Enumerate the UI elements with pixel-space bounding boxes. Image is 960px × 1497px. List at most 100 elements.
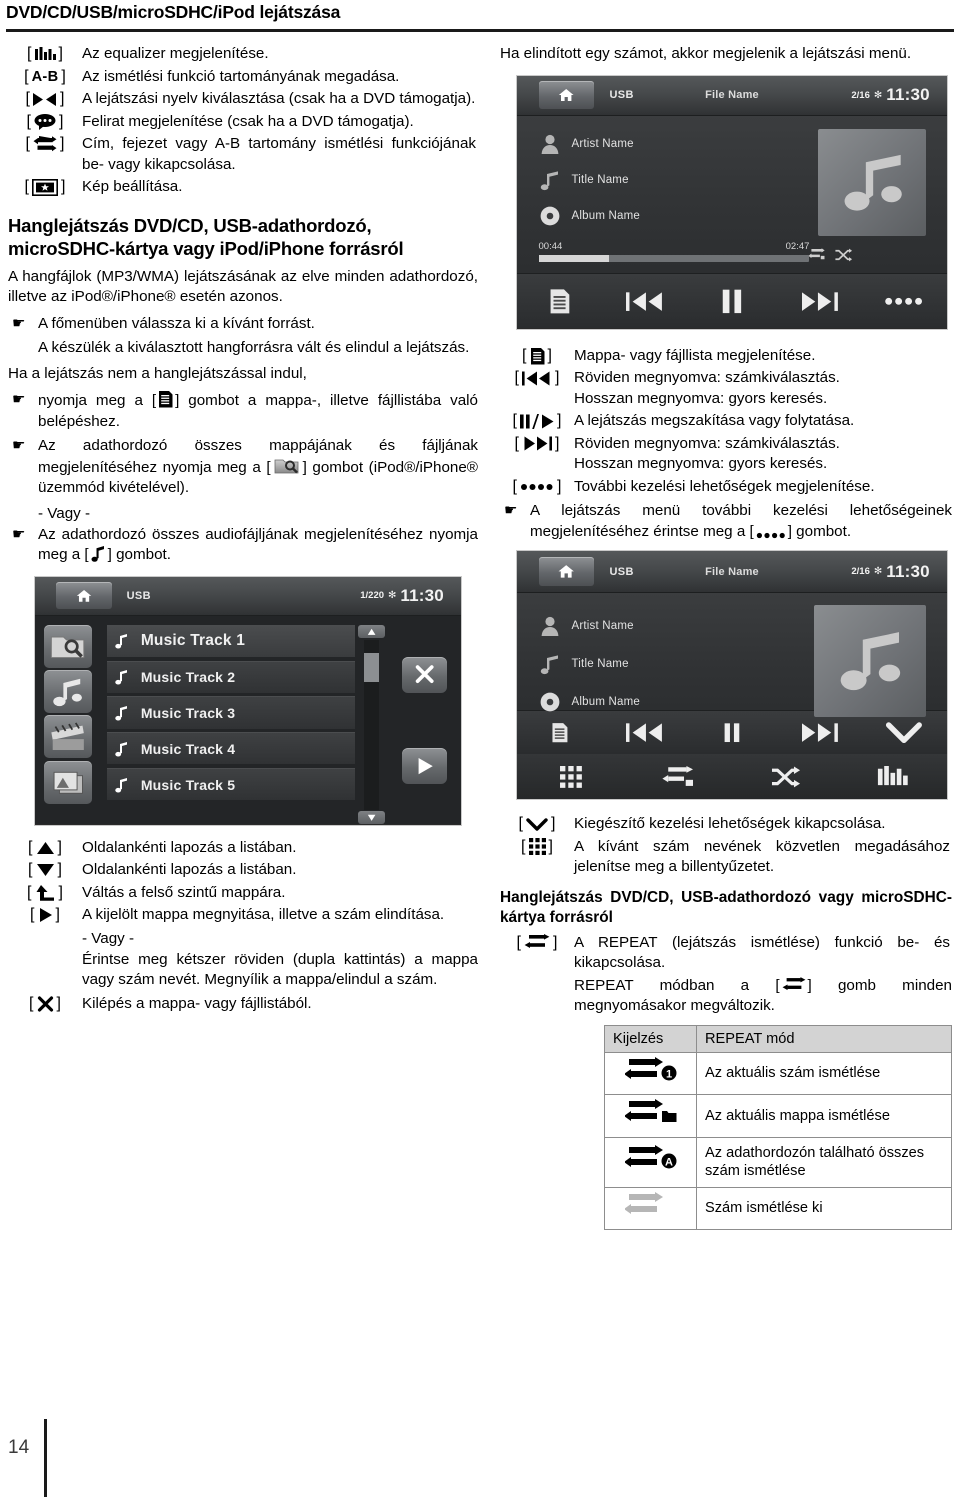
- sidebar-button-photos[interactable]: [43, 760, 93, 804]
- key-row-picture-setting: [ ] Kép beállítása.: [8, 177, 478, 198]
- section-title-repeat: Hanglejátszás DVD/CD, USB-adathordozó va…: [500, 888, 952, 926]
- player-screenshot: USB File Name 2/16 ✻ 11:30 Artist Name T…: [516, 74, 948, 330]
- collapse-key: [ ]: [518, 815, 556, 832]
- close-x-icon: [415, 665, 434, 684]
- keypad-key: [ ]: [521, 837, 553, 856]
- source-label: USB: [126, 589, 152, 602]
- pause-button[interactable]: [698, 282, 767, 320]
- scroll-track[interactable]: [363, 639, 380, 810]
- track-title: Music Track 3: [140, 704, 236, 721]
- pause-button[interactable]: [698, 717, 767, 748]
- more-options-note: ☛ A lejátszás menü további kezelési lehe…: [500, 501, 952, 542]
- step-text: Az adathordozó összes mappájának és fájl…: [38, 436, 478, 499]
- list-body: Music Track 1 Music Track 2 Music Track …: [35, 616, 461, 825]
- player-screenshot-expanded: USB File Name 2/16 ✻ 11:30 Artist Name T…: [516, 550, 948, 800]
- key-row-next-track: [ ] Röviden megnyomva: számkiválasztás. …: [500, 434, 952, 475]
- repeat-all-cell: A: [604, 1136, 697, 1188]
- key-desc: Az ismétlési funkció tartományának megad…: [82, 67, 400, 85]
- exit-list-key: [ ]: [29, 994, 61, 1012]
- file-list-button[interactable]: [526, 717, 595, 748]
- col-header-mode: REPEAT mód: [696, 1024, 952, 1053]
- repeat-icon: [33, 136, 57, 152]
- key-desc: Kiegészítő kezelési lehetőségek kikapcso…: [574, 815, 886, 832]
- artist-name: Artist Name: [571, 619, 634, 632]
- next-track-button[interactable]: [784, 717, 853, 748]
- status-bar: USB 1/220 ✻ 11:30: [35, 576, 461, 617]
- progress-times: 00:44 02:47: [539, 241, 810, 252]
- left-column: [ ] Az equalizer megjelenítése. [ A-B ] …: [8, 44, 478, 1016]
- repeat-icon: [524, 934, 550, 951]
- page-number: 14: [8, 1437, 30, 1458]
- key-desc-2: Hosszan megnyomva: gyors keresés.: [574, 455, 828, 472]
- file-name-label: File Name: [705, 565, 759, 578]
- header-rule: [6, 29, 954, 32]
- list-item[interactable]: Music Track 2: [107, 660, 355, 693]
- track-title: Music Track 1: [140, 632, 246, 650]
- progress-bar[interactable]: [538, 254, 810, 262]
- scroll-up-button[interactable]: [357, 624, 386, 639]
- scrollbar[interactable]: [355, 616, 389, 825]
- list-item[interactable]: Music Track 5: [107, 767, 355, 801]
- list-item[interactable]: Music Track 1: [107, 624, 355, 658]
- keypad-button[interactable]: [536, 761, 605, 792]
- repeat-folder-icon: [662, 765, 694, 786]
- home-button[interactable]: [56, 582, 112, 610]
- previous-track-button[interactable]: [612, 717, 681, 748]
- keypad-icon: [559, 765, 582, 788]
- key-desc: Röviden megnyomva: számkiválasztás.: [574, 434, 840, 452]
- hand-pointer-icon: ☛: [12, 525, 26, 543]
- key-row-equalizer: [ ] Az equalizer megjelenítése.: [8, 44, 478, 65]
- music-note-icon: [840, 632, 901, 691]
- scroll-thumb[interactable]: [363, 653, 380, 683]
- file-list-icon: [530, 347, 545, 365]
- shuffle-icon: [835, 248, 853, 262]
- transport-bar: [517, 272, 947, 329]
- page-down-key: [ ]: [28, 861, 62, 878]
- next-track-icon: [802, 291, 838, 311]
- previous-track-button[interactable]: [612, 282, 681, 320]
- collapse-button[interactable]: [870, 717, 939, 748]
- music-note-icon: [115, 634, 127, 649]
- key-desc: A kijelölt mappa megnyitása, illetve a s…: [82, 906, 445, 923]
- shuffle-button[interactable]: [751, 761, 820, 792]
- next-track-button[interactable]: [784, 282, 853, 320]
- step-text: Az adathordozó összes audiofájljának meg…: [38, 525, 478, 566]
- repeat-one-icon: 1: [623, 1056, 676, 1080]
- key-desc: Cím, fejezet vagy A-B tartomány ismétlés…: [82, 135, 476, 173]
- progress-fill: [538, 254, 609, 262]
- music-note-icon: [53, 678, 83, 707]
- track-title: Music Track 5: [140, 776, 236, 793]
- list-item[interactable]: Music Track 3: [107, 696, 355, 729]
- equalizer-button[interactable]: [859, 761, 928, 792]
- key-desc: Kilépés a mappa- vagy fájllistából.: [82, 994, 312, 1012]
- key-desc: További kezelési lehetőségek megjeleníté…: [574, 477, 875, 495]
- key-desc: A lejátszás megszakítása vagy folytatása…: [574, 412, 855, 429]
- sidebar-button-folder-search[interactable]: [43, 624, 93, 668]
- key-row-level-up: [ ] Váltás a felső szintű mappára.: [8, 883, 478, 904]
- progress-area[interactable]: 00:44 02:47: [538, 241, 810, 262]
- scroll-down-button[interactable]: [357, 810, 386, 825]
- sidebar-button-video[interactable]: [43, 715, 93, 759]
- play-button[interactable]: [402, 747, 448, 785]
- close-button[interactable]: [402, 656, 448, 693]
- sidebar-button-music[interactable]: [43, 670, 93, 713]
- file-list-button[interactable]: [526, 282, 595, 320]
- track-list: Music Track 1 Music Track 2 Music Track …: [103, 616, 355, 824]
- table-row: Szám ismétlése ki: [604, 1186, 952, 1230]
- equalizer-key: [ ]: [27, 45, 63, 62]
- more-options-button[interactable]: [870, 282, 939, 320]
- note-text-post: ] gombot.: [787, 522, 852, 540]
- person-icon: [539, 133, 561, 155]
- disc-icon: [539, 205, 561, 227]
- repeat-all-mode: Az adathordozón található összes szám is…: [696, 1136, 952, 1188]
- prev-track-icon: [626, 723, 662, 742]
- col-header-display: Kijelzés: [604, 1024, 697, 1053]
- repeat-button[interactable]: [644, 761, 713, 792]
- key-row-collapse: [ ] Kiegészítő kezelési lehetőségek kika…: [500, 814, 952, 835]
- list-item[interactable]: Music Track 4: [107, 732, 355, 765]
- music-note-icon: [115, 705, 127, 721]
- or-label: - Vagy -: [38, 504, 91, 522]
- status-right: 1/220 ✻ 11:30: [360, 586, 444, 606]
- repeat-icon: [782, 976, 806, 993]
- prev-track-icon: [522, 371, 552, 386]
